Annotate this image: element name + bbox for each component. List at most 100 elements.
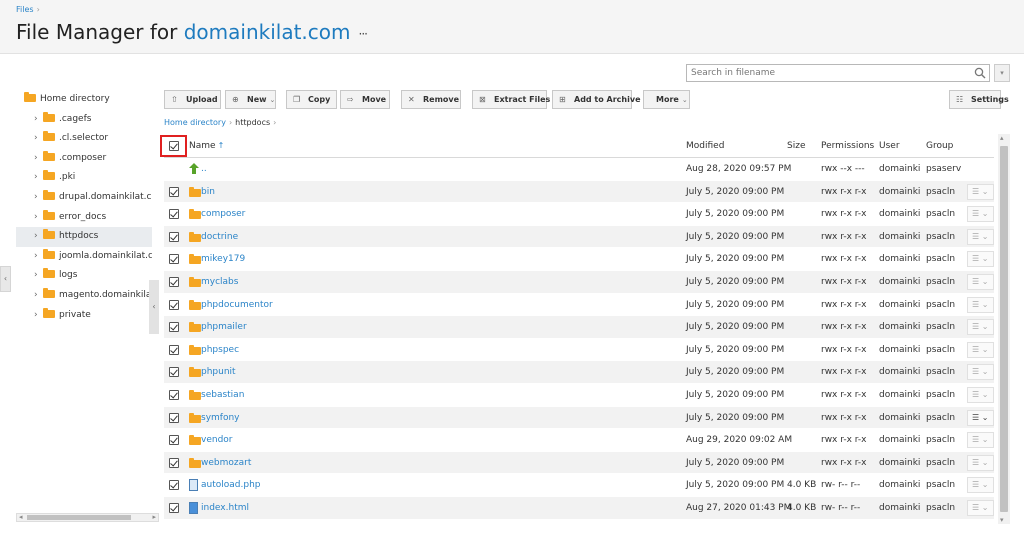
table-row[interactable]: sebastian July 5, 2020 09:00 PM rwx r-x r-… — [164, 383, 994, 407]
row-checkbox[interactable] — [169, 480, 179, 491]
row-checkbox[interactable] — [169, 209, 179, 220]
more-button[interactable]: More ⌄ — [643, 90, 690, 109]
row-actions-menu[interactable]: ☰ ⌄ — [967, 319, 994, 336]
chevron-right-icon[interactable]: › — [34, 129, 43, 149]
table-row[interactable]: phpmailer July 5, 2020 09:00 PM rwx r-x r-… — [164, 316, 994, 339]
title-more-menu-icon[interactable]: ··· — [359, 27, 369, 41]
file-permissions[interactable]: rwx r-x r-x — [821, 316, 867, 339]
row-actions-menu[interactable]: ☰ ⌄ — [967, 251, 994, 268]
tree-item-folder[interactable]: › .cagefs — [16, 110, 152, 130]
row-actions-menu[interactable]: ☰ ⌄ — [967, 477, 994, 494]
file-name-link[interactable]: mikey179 — [201, 248, 245, 271]
file-permissions[interactable]: rwx r-x r-x — [821, 248, 867, 271]
row-checkbox[interactable] — [169, 186, 179, 197]
row-checkbox[interactable] — [169, 367, 179, 378]
file-permissions[interactable]: rwx r-x r-x — [821, 271, 867, 294]
file-permissions[interactable]: rwx r-x r-x — [821, 181, 867, 204]
table-row[interactable]: index.html Aug 27, 2020 01:43 PM 4.0 KB rw-… — [164, 496, 994, 520]
row-checkbox[interactable] — [169, 389, 179, 400]
upload-button[interactable]: ⇧ Upload — [164, 90, 221, 109]
file-name-link[interactable]: webmozart — [201, 452, 251, 475]
file-name-link[interactable]: index.html — [201, 497, 249, 520]
chevron-right-icon[interactable]: › — [34, 110, 43, 130]
scrollbar-thumb[interactable] — [1000, 146, 1008, 512]
file-name-link[interactable]: phpspec — [201, 339, 239, 362]
path-home-link[interactable]: Home directory — [164, 118, 226, 127]
tree-item-folder[interactable]: › drupal.domainkilat.com — [16, 188, 152, 208]
file-permissions[interactable]: rw- r-- r-- — [821, 474, 860, 497]
row-checkbox[interactable] — [169, 276, 179, 287]
table-row[interactable]: symfony July 5, 2020 09:00 PM rwx r-x r-x d… — [164, 406, 994, 430]
row-checkbox[interactable] — [169, 254, 179, 265]
scroll-right-icon[interactable]: ▸ — [152, 513, 156, 521]
row-actions-menu[interactable]: ☰ ⌄ — [967, 364, 994, 381]
table-row[interactable]: doctrine July 5, 2020 09:00 PM rwx r-x r-x… — [164, 225, 994, 249]
search-input[interactable] — [687, 65, 967, 81]
file-name-link[interactable]: doctrine — [201, 226, 238, 249]
row-checkbox[interactable] — [169, 412, 179, 423]
tree-item-folder[interactable]: › logs — [16, 266, 152, 286]
table-row[interactable]: phpdocumentor July 5, 2020 09:00 PM rwx r-… — [164, 293, 994, 317]
file-permissions[interactable]: rwx r-x r-x — [821, 384, 867, 407]
row-actions-menu[interactable]: ☰ ⌄ — [967, 499, 994, 516]
tree-item-folder[interactable]: › magento.domainkilat.com — [16, 286, 152, 306]
column-permissions[interactable]: Permissions — [821, 134, 874, 158]
row-actions-menu[interactable]: ☰ ⌄ — [967, 341, 994, 358]
select-all-checkbox[interactable] — [169, 141, 179, 151]
table-row[interactable]: phpunit July 5, 2020 09:00 PM rwx r-x r-x d… — [164, 361, 994, 384]
file-permissions[interactable]: rwx r-x r-x — [821, 203, 867, 226]
row-checkbox[interactable] — [169, 322, 179, 333]
search-icon[interactable] — [974, 67, 986, 79]
tree-item-folder[interactable]: › private — [16, 306, 152, 326]
file-permissions[interactable]: rwx --x --- — [821, 158, 865, 181]
chevron-right-icon[interactable]: › — [34, 227, 43, 247]
column-size[interactable]: Size — [787, 134, 805, 158]
scrollbar-thumb[interactable] — [27, 515, 131, 520]
table-row[interactable]: mikey179 July 5, 2020 09:00 PM rwx r-x r-x… — [164, 248, 994, 271]
search-options-dropdown[interactable]: ▾ — [994, 64, 1010, 82]
table-row[interactable]: autoload.php July 5, 2020 09:00 PM 4.0 KB r… — [164, 474, 994, 497]
breadcrumb-files-link[interactable]: Files — [16, 5, 34, 14]
chevron-right-icon[interactable]: › — [34, 286, 43, 306]
row-actions-menu[interactable]: ☰ ⌄ — [967, 273, 994, 290]
tree-item-folder[interactable]: › httpdocs — [16, 227, 152, 247]
extract-files-button[interactable]: ⊠ Extract Files — [472, 90, 550, 109]
file-permissions[interactable]: rw- r-- r-- — [821, 497, 860, 520]
file-name-link[interactable]: .. — [201, 158, 207, 181]
file-permissions[interactable]: rwx r-x r-x — [821, 429, 867, 452]
tree-item-folder[interactable]: › joomla.domainkilat.com — [16, 247, 152, 267]
file-name-link[interactable]: autoload.php — [201, 474, 260, 497]
row-actions-menu[interactable]: ☰ ⌄ — [967, 183, 994, 200]
file-permissions[interactable]: rwx r-x r-x — [821, 294, 867, 317]
copy-button[interactable]: ❐ Copy — [286, 90, 337, 109]
table-row[interactable]: .. Aug 28, 2020 09:57 PM rwx --x --- domain… — [164, 158, 994, 181]
scroll-up-icon[interactable]: ▴ — [1000, 134, 1004, 142]
column-name[interactable]: Name ↑ — [189, 134, 224, 158]
row-actions-menu[interactable]: ☰ ⌄ — [967, 228, 994, 245]
new-button[interactable]: ⊕ New ⌄ — [225, 90, 276, 109]
row-actions-menu[interactable]: ☰ ⌄ — [967, 386, 994, 403]
left-nav-expand-handle[interactable]: ‹ — [0, 266, 11, 292]
file-permissions[interactable]: rwx r-x r-x — [821, 452, 867, 475]
row-actions-menu[interactable]: ☰ ⌄ — [967, 206, 994, 223]
file-name-link[interactable]: sebastian — [201, 384, 244, 407]
file-name-link[interactable]: symfony — [201, 407, 240, 430]
file-permissions[interactable]: rwx r-x r-x — [821, 226, 867, 249]
chevron-right-icon[interactable]: › — [34, 247, 43, 267]
row-actions-menu[interactable]: ☰ ⌄ — [967, 409, 994, 426]
settings-button[interactable]: ☷ Settings — [949, 90, 1009, 109]
chevron-right-icon[interactable]: › — [34, 208, 43, 228]
file-name-link[interactable]: phpunit — [201, 361, 236, 384]
chevron-right-icon[interactable]: › — [34, 168, 43, 188]
chevron-right-icon[interactable]: › — [34, 188, 43, 208]
file-name-link[interactable]: phpmailer — [201, 316, 247, 339]
file-permissions[interactable]: rwx r-x r-x — [821, 339, 867, 362]
table-row[interactable]: composer July 5, 2020 09:00 PM rwx r-x r-x… — [164, 203, 994, 226]
table-row[interactable]: vendor Aug 29, 2020 09:02 AM rwx r-x r-x do… — [164, 429, 994, 452]
chevron-right-icon[interactable]: › — [34, 266, 43, 286]
file-name-link[interactable]: myclabs — [201, 271, 238, 294]
table-row[interactable]: phpspec July 5, 2020 09:00 PM rwx r-x r-x d… — [164, 338, 994, 362]
file-name-link[interactable]: vendor — [201, 429, 233, 452]
tree-collapse-handle[interactable]: ‹ — [149, 280, 159, 334]
row-checkbox[interactable] — [169, 344, 179, 355]
